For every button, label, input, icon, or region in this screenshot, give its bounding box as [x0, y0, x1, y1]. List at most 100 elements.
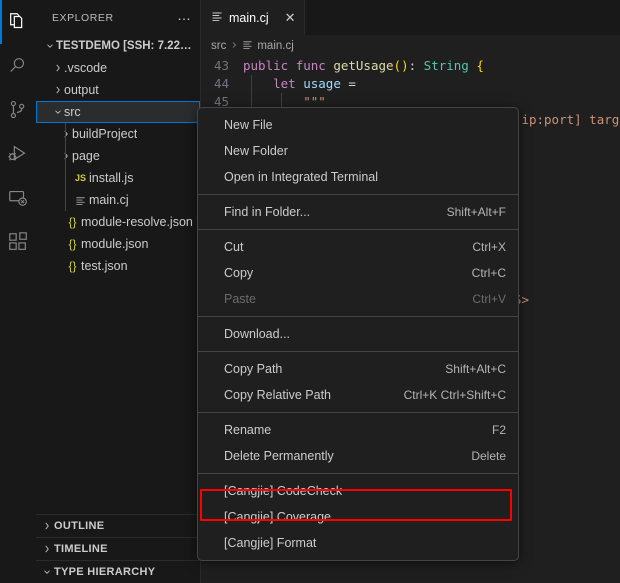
tree-item-label: page	[72, 149, 100, 163]
menu-separator	[198, 351, 518, 352]
tree-item-label: buildProject	[72, 127, 137, 141]
tree-item-label: module-resolve.json	[81, 215, 193, 229]
indent-guide	[65, 123, 66, 145]
line-number: 44	[201, 75, 243, 93]
sidebar-pane-type-hierarchy[interactable]: TYPE HIERARCHY	[36, 560, 200, 583]
chevron-right-icon	[60, 123, 72, 145]
tree-spacer	[52, 211, 64, 233]
activity-item-source-control[interactable]	[0, 88, 36, 132]
tree-item-test-json[interactable]: {}test.json	[36, 255, 200, 277]
chevron-down-icon	[44, 35, 56, 57]
activity-item-explorer[interactable]	[0, 0, 36, 44]
menu-item-label: Open in Integrated Terminal	[224, 170, 378, 184]
file-tree[interactable]: TESTDEMO [SSH: 7.222.100.252] .vscode out…	[36, 35, 200, 514]
activity-item-run-and-debug[interactable]	[0, 132, 36, 176]
chevron-right-icon	[230, 41, 238, 52]
menu-item-label: Download...	[224, 327, 290, 341]
menu-item-label: Paste	[224, 292, 256, 306]
context-menu[interactable]: New File New Folder Open in Integrated Ter…	[197, 107, 519, 561]
menu-item-cangjie-format[interactable]: [Cangjie] Format	[198, 530, 518, 556]
menu-item-label: Delete Permanently	[224, 449, 334, 463]
cangjie-file-icon	[211, 10, 223, 25]
activity-item-remote-explorer[interactable]	[0, 176, 36, 220]
tree-spacer	[52, 233, 64, 255]
indent-guide	[65, 167, 66, 189]
sidebar-title: EXPLORER	[52, 12, 114, 24]
menu-item-label: Copy	[224, 266, 253, 280]
tree-item-install-js[interactable]: JSinstall.js	[36, 167, 200, 189]
menu-item-copy-path[interactable]: Copy PathShift+Alt+C	[198, 356, 518, 382]
menu-item-shortcut: F2	[492, 423, 506, 437]
menu-item-label: Find in Folder...	[224, 205, 310, 219]
tree-item-page[interactable]: page	[36, 145, 200, 167]
code-token: getUsage	[333, 58, 393, 73]
menu-item-delete-permanently[interactable]: Delete PermanentlyDelete	[198, 443, 518, 469]
line-text[interactable]: public func getUsage(): String {	[243, 57, 620, 75]
menu-item-cangjie-coverage[interactable]: [Cangjie] Coverage	[198, 504, 518, 530]
code-line: 43public func getUsage(): String {	[201, 57, 620, 75]
sidebar-pane-label: TIMELINE	[54, 543, 108, 555]
tree-spacer	[60, 167, 72, 189]
menu-item-label: [Cangjie] Coverage	[224, 510, 331, 524]
menu-separator	[198, 412, 518, 413]
sidebar-pane-outline[interactable]: OUTLINE	[36, 514, 200, 537]
tab-main-cj[interactable]: main.cj ✕	[201, 0, 305, 35]
tree-item-module-json[interactable]: {}module.json	[36, 233, 200, 255]
menu-separator	[198, 473, 518, 474]
code-token: :	[409, 58, 424, 73]
cangjie-file-icon	[72, 195, 89, 206]
close-icon[interactable]: ✕	[285, 11, 296, 24]
tree-item-label: module.json	[81, 237, 148, 251]
menu-item-find-in-folder[interactable]: Find in Folder...Shift+Alt+F	[198, 199, 518, 225]
menu-item-copy[interactable]: Copy Ctrl+C	[198, 260, 518, 286]
menu-item-label: New Folder	[224, 144, 288, 158]
sidebar-pane-timeline[interactable]: TIMELINE	[36, 537, 200, 560]
explorer-sidebar: EXPLORER … TESTDEMO [SSH: 7.222.100.252]…	[36, 0, 201, 583]
tree-root-label: TESTDEMO [SSH: 7.222.100.252]	[56, 40, 196, 52]
indent-guide	[65, 145, 66, 167]
menu-item-label: New File	[224, 118, 273, 132]
tree-item-main-cj[interactable]: main.cj	[36, 189, 200, 211]
chevron-right-icon	[40, 515, 54, 537]
tabs-filler	[305, 0, 620, 35]
chevron-down-icon	[52, 101, 64, 123]
tree-item-label: output	[64, 83, 99, 97]
sidebar-pane-label: OUTLINE	[54, 520, 104, 532]
menu-item-download[interactable]: Download...	[198, 321, 518, 347]
activity-item-search[interactable]	[0, 44, 36, 88]
editor-tabs: main.cj ✕	[201, 0, 620, 35]
line-number: 43	[201, 57, 243, 75]
tree-item--vscode[interactable]: .vscode	[36, 57, 200, 79]
tree-item-src[interactable]: src	[36, 101, 200, 123]
menu-item-new-file[interactable]: New File	[198, 112, 518, 138]
menu-item-open-in-integrated-terminal[interactable]: Open in Integrated Terminal	[198, 164, 518, 190]
breadcrumb[interactable]: src main.cj	[201, 35, 620, 57]
tree-item-buildproject[interactable]: buildProject	[36, 123, 200, 145]
menu-item-new-folder[interactable]: New Folder	[198, 138, 518, 164]
code-token: let	[273, 76, 303, 91]
code-token: String	[424, 58, 469, 73]
tree-item-output[interactable]: output	[36, 79, 200, 101]
run-debug-icon	[7, 143, 29, 165]
code-token	[243, 76, 273, 91]
menu-item-cut[interactable]: CutCtrl+X	[198, 234, 518, 260]
line-text[interactable]: let usage =	[243, 75, 620, 93]
breadcrumb-item-src[interactable]: src	[211, 40, 226, 52]
tab-label: main.cj	[229, 11, 269, 25]
activity-item-extensions[interactable]	[0, 220, 36, 264]
breadcrumb-item-main-cj[interactable]: main.cj	[257, 40, 293, 52]
tree-spacer	[52, 255, 64, 277]
more-actions-icon[interactable]: …	[177, 10, 192, 26]
menu-item-shortcut: Ctrl+C	[472, 266, 506, 280]
tree-item-module-resolve-json[interactable]: {}module-resolve.json	[36, 211, 200, 233]
sidebar-panes: OUTLINE TIMELINE TYPE HIERARCHY	[36, 514, 200, 583]
files-icon	[7, 11, 29, 33]
tree-root-testdemo[interactable]: TESTDEMO [SSH: 7.222.100.252]	[36, 35, 200, 57]
menu-item-copy-relative-path[interactable]: Copy Relative PathCtrl+K Ctrl+Shift+C	[198, 382, 518, 408]
menu-item-shortcut: Ctrl+V	[472, 292, 506, 306]
json-file-icon: {}	[64, 215, 81, 229]
tree-item-label: test.json	[81, 259, 128, 273]
menu-item-cangjie-codecheck[interactable]: [Cangjie] CodeCheck	[198, 478, 518, 504]
menu-item-rename[interactable]: RenameF2	[198, 417, 518, 443]
tree-item-label: .vscode	[64, 61, 107, 75]
